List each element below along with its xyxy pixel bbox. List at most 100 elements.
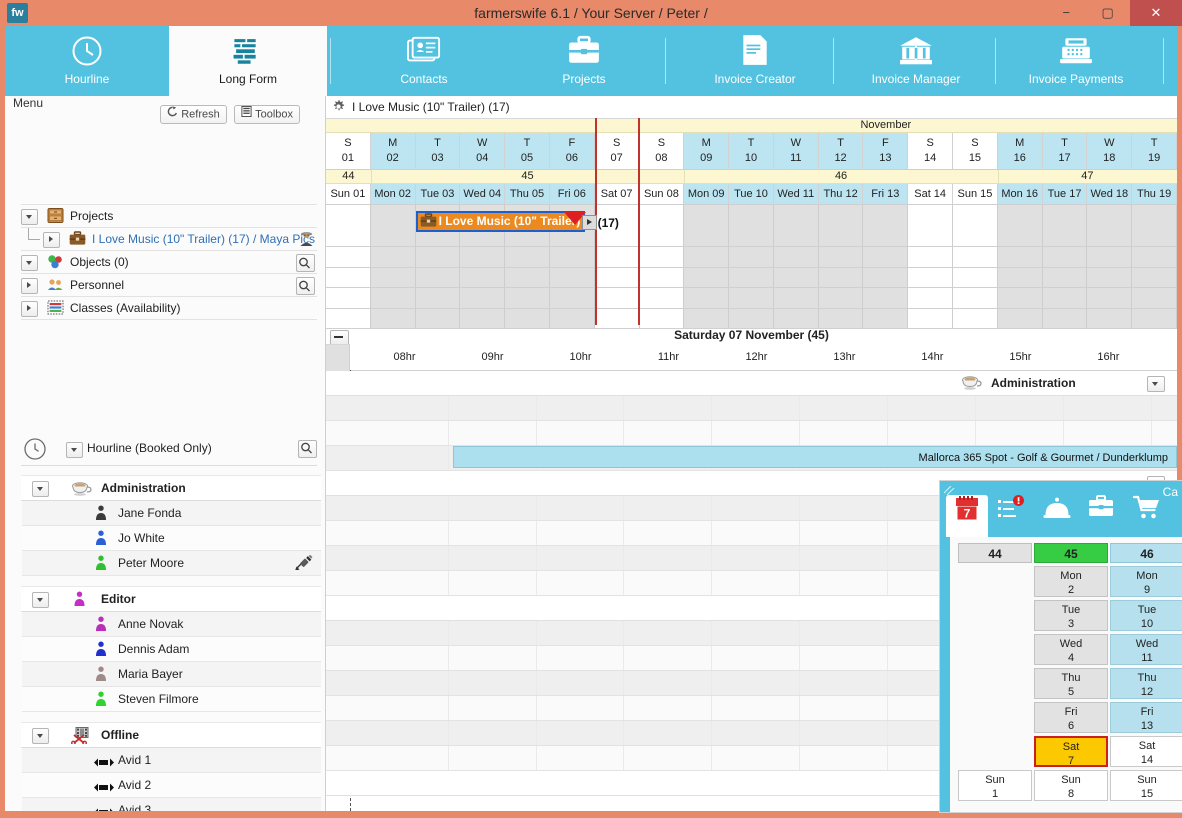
gantt-day-cell[interactable]: Sun 01 xyxy=(326,184,371,204)
hourline-expander[interactable] xyxy=(66,442,83,458)
popup-tab-shopping-cart[interactable] xyxy=(1126,495,1168,537)
gantt-day-cell[interactable]: M 16 xyxy=(997,133,1043,169)
refresh-button[interactable]: Refresh xyxy=(160,105,227,124)
gantt-day-cell[interactable]: Mon 02 xyxy=(370,184,416,204)
group-header-offline[interactable]: Offline xyxy=(21,722,321,748)
resource-row[interactable]: Steven Filmore xyxy=(22,687,321,712)
popup-tab-checklist-alert[interactable] xyxy=(990,495,1032,537)
gantt-day-cell[interactable]: Wed 04 xyxy=(460,184,506,204)
hourline-search-button[interactable] xyxy=(298,440,317,458)
calendar-day-cell[interactable]: Wed 11 xyxy=(1110,634,1182,665)
popup-tab-calendar-7[interactable]: 7 xyxy=(946,495,988,537)
gantt-day-cell[interactable]: Thu 05 xyxy=(505,184,550,204)
calendar-week-number[interactable]: 46 xyxy=(1110,543,1182,563)
gantt-day-cell[interactable]: T 19 xyxy=(1132,133,1177,169)
calendar-day-cell[interactable]: Mon 2 xyxy=(1034,566,1108,597)
calendar-day-cell[interactable]: Sun 1 xyxy=(958,770,1032,801)
calendar-day-cell[interactable]: Sat 14 xyxy=(1110,736,1182,767)
nav-tab-hourline[interactable]: Hourline xyxy=(5,26,169,96)
calendar-day-cell[interactable]: Tue 3 xyxy=(1034,600,1108,631)
day-resource-row[interactable] xyxy=(326,396,1177,421)
popup-tab-briefcase[interactable] xyxy=(1080,495,1122,537)
calendar-day-cell[interactable]: Tue 10 xyxy=(1110,600,1182,631)
gantt-day-cell[interactable]: T 12 xyxy=(818,133,864,169)
calendar-week-number[interactable]: 44 xyxy=(958,543,1032,563)
gantt-day-cell[interactable]: Fri 13 xyxy=(863,184,909,204)
gantt-day-cell[interactable]: M 09 xyxy=(684,133,730,169)
gantt-day-cell[interactable]: Mon 16 xyxy=(997,184,1043,204)
tree-expander[interactable] xyxy=(21,278,38,294)
calendar-day-cell[interactable]: Fri 13 xyxy=(1110,702,1182,733)
resource-row[interactable]: Jo White xyxy=(22,526,321,551)
group-expander[interactable] xyxy=(32,592,49,608)
gantt-day-cell[interactable]: T 10 xyxy=(729,133,774,169)
gantt-day-cell[interactable]: S 14 xyxy=(908,133,954,169)
gantt-day-cell[interactable]: Sat 14 xyxy=(908,184,954,204)
resource-row[interactable]: Anne Novak xyxy=(22,612,321,637)
calendar-day-cell[interactable]: Mon 9 xyxy=(1110,566,1182,597)
tree-item-personnel[interactable]: Personnel xyxy=(21,274,317,297)
resource-row[interactable]: Maria Bayer xyxy=(22,662,321,687)
toolbox-button[interactable]: Toolbox xyxy=(234,105,300,124)
nav-tab-invoice-creator[interactable]: Invoice Creator xyxy=(675,26,835,96)
tree-item-classes-availability-[interactable]: Classes (Availability) xyxy=(21,297,317,320)
gantt-day-cell[interactable]: S 15 xyxy=(953,133,998,169)
close-button[interactable]: ✕ xyxy=(1130,0,1182,26)
gantt-day-cell[interactable]: Mon 09 xyxy=(684,184,730,204)
gantt-day-cell[interactable]: Thu 12 xyxy=(818,184,864,204)
tree-expander[interactable] xyxy=(43,232,60,248)
calendar-day-cell[interactable]: Sat 7 xyxy=(1034,736,1108,767)
minimize-button[interactable]: − xyxy=(1047,0,1085,26)
resource-row[interactable]: Avid 3 xyxy=(22,798,321,811)
gantt-day-cell[interactable]: T 05 xyxy=(505,133,550,169)
gantt-day-cell[interactable]: S 01 xyxy=(326,133,371,169)
tree-expander[interactable] xyxy=(21,209,38,225)
search-icon[interactable] xyxy=(296,277,315,295)
popup-tab-partial[interactable] xyxy=(1170,495,1182,537)
gantt-day-cell[interactable]: W 04 xyxy=(460,133,506,169)
resource-row[interactable]: Jane Fonda xyxy=(22,501,321,526)
nav-tab-long-form[interactable]: Long Form xyxy=(169,26,327,96)
gantt-day-cell[interactable]: Fri 06 xyxy=(549,184,595,204)
gantt-day-cell[interactable]: W 11 xyxy=(773,133,819,169)
gantt-day-cell[interactable]: F 06 xyxy=(549,133,595,169)
gantt-day-cell[interactable]: F 13 xyxy=(863,133,909,169)
nav-tab-projects[interactable]: Projects xyxy=(505,26,663,96)
calendar-day-cell[interactable]: Thu 5 xyxy=(1034,668,1108,699)
group-header-administration[interactable]: Administration xyxy=(21,475,321,501)
booking-bar[interactable]: Mallorca 365 Spot - Golf & Gourmet / Dun… xyxy=(452,446,1177,468)
calendar-day-cell[interactable]: Thu 12 xyxy=(1110,668,1182,699)
gantt-day-cell[interactable]: Wed 11 xyxy=(773,184,819,204)
section-dropdown-button[interactable] xyxy=(1147,376,1165,392)
gantt-day-cell[interactable]: W 18 xyxy=(1087,133,1133,169)
calendar-day-cell[interactable]: Fri 6 xyxy=(1034,702,1108,733)
group-header-editor[interactable]: Editor xyxy=(21,586,321,612)
tree-expander[interactable] xyxy=(21,255,38,271)
maximize-button[interactable]: ▢ xyxy=(1089,0,1127,26)
resource-row[interactable]: Peter Moore xyxy=(22,551,321,576)
calendar-day-cell[interactable]: Sun 8 xyxy=(1034,770,1108,801)
day-resource-row[interactable] xyxy=(326,421,1177,446)
group-expander[interactable] xyxy=(32,481,49,497)
resource-row[interactable]: Dennis Adam xyxy=(22,637,321,662)
tree-item-objects-0-[interactable]: Objects (0) xyxy=(21,251,317,274)
calendar-week-number[interactable]: 45 xyxy=(1034,543,1108,563)
tree-expander[interactable] xyxy=(21,301,38,317)
gantt-day-cell[interactable]: T 03 xyxy=(415,133,461,169)
gantt-day-cell[interactable]: Sat 07 xyxy=(594,184,640,204)
resource-row[interactable]: Avid 1 xyxy=(22,748,321,773)
gantt-day-cell[interactable]: Wed 18 xyxy=(1087,184,1133,204)
gantt-day-cell[interactable]: Thu 19 xyxy=(1132,184,1177,204)
search-icon[interactable] xyxy=(296,254,315,272)
gantt-day-cell[interactable]: S 07 xyxy=(594,133,640,169)
gear-icon[interactable] xyxy=(331,99,347,115)
gantt-day-cell[interactable]: T 17 xyxy=(1042,133,1088,169)
calendar-day-cell[interactable]: Sun 15 xyxy=(1110,770,1182,801)
gantt-project-bar[interactable]: I Love Music (10" Trailer) (17) xyxy=(415,210,619,232)
resource-row[interactable]: Avid 2 xyxy=(22,773,321,798)
gantt-day-cell[interactable]: Tue 17 xyxy=(1042,184,1088,204)
gantt-day-cell[interactable]: Sun 15 xyxy=(953,184,998,204)
tree-item-projects[interactable]: Projects xyxy=(21,204,317,228)
resize-grip-icon[interactable] xyxy=(943,485,956,496)
gantt-day-cell[interactable]: Tue 10 xyxy=(729,184,774,204)
